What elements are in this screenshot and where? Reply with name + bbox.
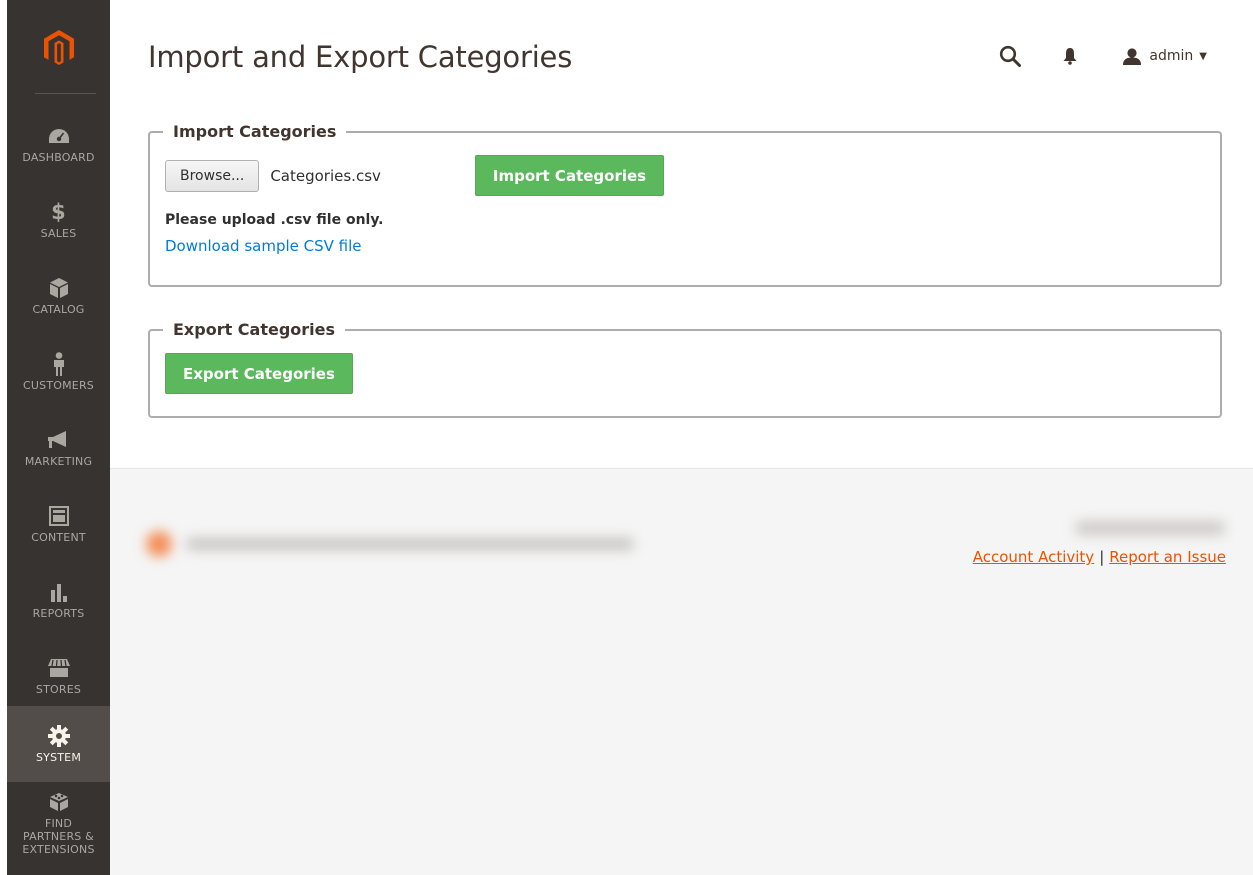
dollar-icon: $ [51,199,66,224]
main-content: Import and Export Categories admin ▼ Imp… [110,0,1253,468]
sidebar-item-find-partners[interactable]: FIND PARTNERS & EXTENSIONS [7,790,110,875]
import-categories-button[interactable]: Import Categories [474,155,665,196]
sidebar-item-reports[interactable]: REPORTS [7,562,110,638]
blocks-icon [49,790,69,814]
sidebar-item-label: CONTENT [31,530,86,544]
import-categories-fieldset: Import Categories Browse... Categories.c… [148,122,1222,287]
sidebar-item-content[interactable]: CONTENT [7,486,110,562]
sidebar-item-sales[interactable]: $ SALES [7,182,110,258]
user-menu[interactable]: admin ▼ [1123,47,1207,65]
layout-icon [48,504,69,528]
admin-sidebar: DASHBOARD $ SALES CATALOG CUSTOMERS MARK… [0,0,110,875]
gauge-icon [48,124,70,148]
magento-logo-icon [43,30,74,65]
page-footer: Account Activity | Report an Issue [110,468,1253,875]
export-row: Export Categories [165,353,1205,394]
caret-down-icon: ▼ [1199,50,1207,62]
blurred-version [1075,521,1225,535]
gear-icon [47,724,70,748]
blurred-copyright [146,523,634,565]
megaphone-icon [47,428,70,452]
header-actions: admin ▼ [998,44,1207,68]
export-categories-button[interactable]: Export Categories [165,353,353,394]
search-button[interactable] [998,44,1022,68]
sidebar-item-label: MARKETING [24,454,93,468]
footer-separator: | [1099,548,1105,566]
import-row: Browse... Categories.csv Import Categori… [165,155,1205,196]
blurred-text [186,538,634,550]
storefront-icon [47,656,70,680]
user-icon [1123,47,1142,65]
notifications-button[interactable] [1060,44,1080,68]
sidebar-item-label: REPORTS [32,606,85,620]
sidebar-item-label: CUSTOMERS [23,378,94,392]
page-title: Import and Export Categories [148,40,573,74]
sidebar-item-customers[interactable]: CUSTOMERS [7,334,110,410]
cube-icon [49,276,68,300]
bar-chart-icon [49,580,69,604]
footer-links: Account Activity | Report an Issue [973,548,1226,566]
bell-icon [1063,48,1077,65]
sidebar-item-marketing[interactable]: MARKETING [7,410,110,486]
sidebar-item-system[interactable]: SYSTEM [7,706,110,782]
sidebar-item-label: STORES [35,682,82,696]
upload-note: Please upload .csv file only. [165,212,384,228]
report-issue-link[interactable]: Report an Issue [1109,548,1226,566]
export-categories-fieldset: Export Categories Export Categories [148,320,1222,418]
sidebar-item-dashboard[interactable]: DASHBOARD [7,106,110,182]
account-activity-link[interactable]: Account Activity [973,548,1094,566]
logo[interactable] [7,0,110,96]
import-legend: Import Categories [173,122,337,141]
sidebar-item-stores[interactable]: STORES [7,638,110,714]
user-name: admin [1149,48,1194,64]
sidebar-item-label: SYSTEM [35,750,82,764]
download-sample-link[interactable]: Download sample CSV file [165,237,362,255]
browse-button[interactable]: Browse... [165,159,260,192]
selected-file-name: Categories.csv [270,166,381,185]
search-icon [1000,45,1022,67]
sidebar-item-catalog[interactable]: CATALOG [7,258,110,334]
footer-logo-icon [146,531,172,557]
person-icon [52,352,66,376]
sidebar-item-label: FIND PARTNERS & EXTENSIONS [22,817,95,857]
sidebar-item-label: SALES [40,226,77,240]
sidebar-item-label: CATALOG [32,302,85,316]
export-legend: Export Categories [173,320,336,339]
sidebar-item-label: DASHBOARD [22,150,95,164]
